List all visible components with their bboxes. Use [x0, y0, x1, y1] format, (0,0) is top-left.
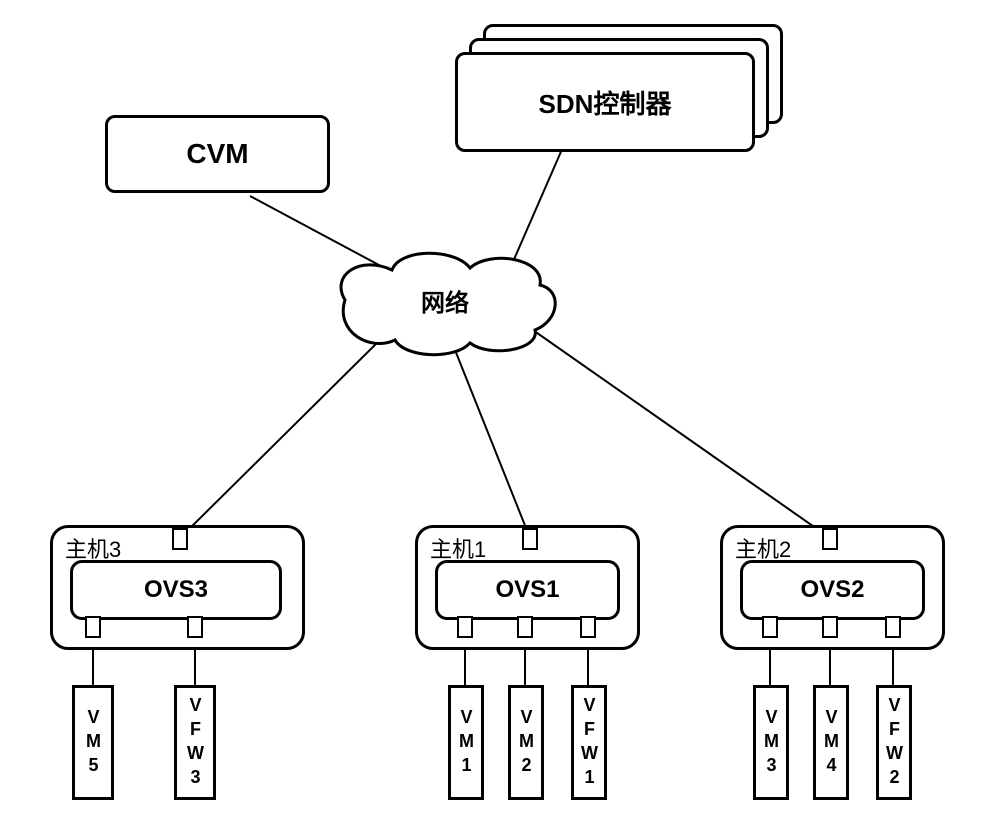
vfw1-node: VFW1 [571, 685, 607, 800]
sdn-label: SDN控制器 [539, 84, 672, 121]
vm3-label: VM3 [761, 707, 782, 779]
vm3-node: VM3 [753, 685, 789, 800]
vm5-node: VM5 [72, 685, 114, 800]
ovs3-node: OVS3 [70, 560, 282, 620]
host2-port-vm4 [822, 616, 838, 638]
ovs2-node: OVS2 [740, 560, 925, 620]
vm4-node: VM4 [813, 685, 849, 800]
sdn-card-front: SDN控制器 [455, 52, 755, 152]
vm4-label: VM4 [821, 707, 842, 779]
vm2-label: VM2 [516, 707, 537, 779]
vfw2-node: VFW2 [876, 685, 912, 800]
vfw1-label: VFW1 [579, 695, 600, 791]
ovs2-label: OVS2 [800, 576, 864, 604]
vm5-label: VM5 [83, 707, 104, 779]
ovs3-label: OVS3 [144, 576, 208, 604]
cvm-node: CVM [105, 115, 330, 193]
host2-uplink-port [822, 528, 838, 550]
host1-port-vm2 [517, 616, 533, 638]
host3-port-vfw3 [187, 616, 203, 638]
vm1-node: VM1 [448, 685, 484, 800]
host2-port-vfw2 [885, 616, 901, 638]
host1-port-vfw1 [580, 616, 596, 638]
host1-uplink-port [522, 528, 538, 550]
host3-port-vm5 [85, 616, 101, 638]
vm1-label: VM1 [456, 707, 477, 779]
host1-port-vm1 [457, 616, 473, 638]
ovs1-label: OVS1 [495, 576, 559, 604]
ovs1-node: OVS1 [435, 560, 620, 620]
vfw2-label: VFW2 [884, 695, 905, 791]
host3-uplink-port [172, 528, 188, 550]
sdn-controller-stack: SDN控制器 [455, 24, 785, 154]
host2-port-vm3 [762, 616, 778, 638]
vm2-node: VM2 [508, 685, 544, 800]
cvm-label: CVM [186, 138, 248, 170]
network-cloud-label: 网络 [330, 283, 560, 318]
vfw3-label: VFW3 [185, 695, 206, 791]
vfw3-node: VFW3 [174, 685, 216, 800]
